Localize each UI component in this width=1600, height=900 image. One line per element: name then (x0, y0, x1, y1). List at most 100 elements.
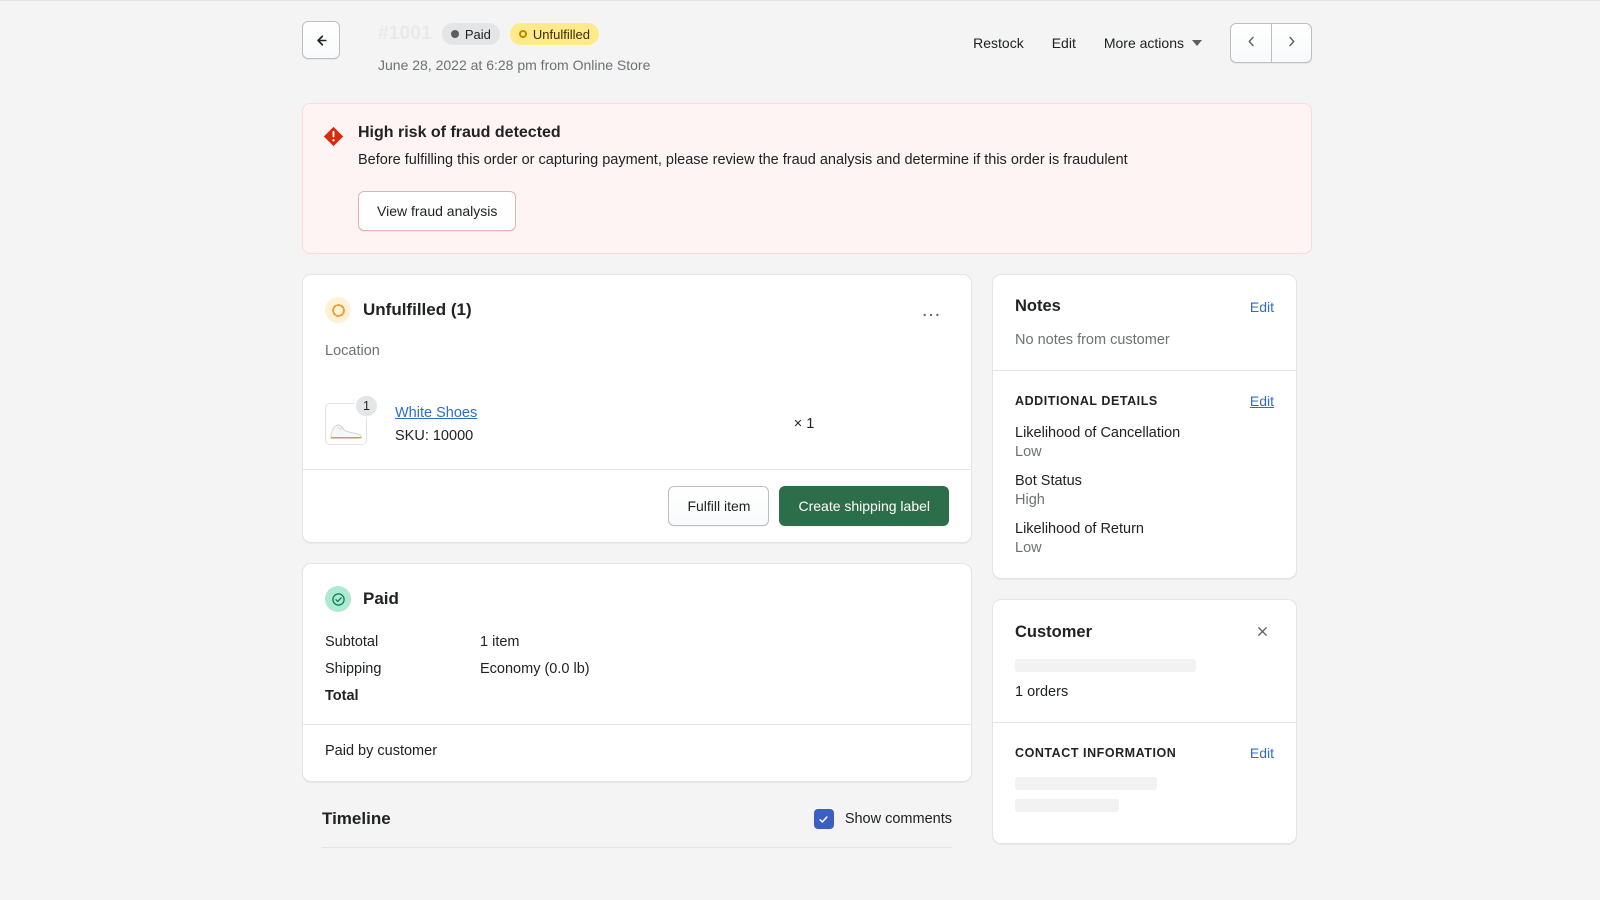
chevron-down-icon (1192, 40, 1202, 46)
paid-by-label: Paid by customer (325, 743, 438, 760)
status-badge-unfulfilled-label: Unfulfilled (532, 26, 590, 42)
paid-check-icon (325, 586, 351, 613)
fulfillment-card-title: Unfulfilled (1) (363, 300, 472, 320)
edit-additional-details-link[interactable]: Edit (1250, 393, 1274, 409)
fraud-banner-text: Before fulfilling this order or capturin… (358, 152, 1128, 168)
notes-empty-text: No notes from customer (1015, 332, 1170, 349)
summary-label: Shipping (325, 661, 382, 678)
summary-amount (839, 661, 949, 677)
show-comments-label: Show comments (844, 811, 952, 828)
previous-order-button[interactable] (1231, 24, 1271, 62)
customer-title: Customer (1015, 623, 1093, 642)
customer-email (1015, 777, 1158, 791)
summary-row-shipping: Shipping Economy (0.0 lb) (325, 661, 949, 677)
fulfill-item-button[interactable]: Fulfill item (668, 486, 770, 527)
detail-item: Likelihood of Cancellation Low (1015, 425, 1274, 460)
detail-value: High (1015, 492, 1045, 509)
contact-information-title: Contact information (1015, 746, 1177, 761)
summary-label: Total (325, 688, 359, 705)
edit-contact-information-link[interactable]: Edit (1250, 745, 1274, 761)
customer-section: Customer 1 orders (993, 600, 1296, 722)
order-title-row: #1001 Paid Unfulfilled (378, 21, 959, 47)
status-badge-paid: Paid (441, 23, 500, 45)
fulfillment-more-menu-button[interactable]: … (915, 300, 949, 320)
view-fraud-analysis-button[interactable]: View fraud analysis (358, 191, 517, 232)
secondary-column: Notes Edit No notes from customer Additi… (992, 274, 1297, 864)
timeline-divider (322, 847, 952, 849)
line-item-thumbnail-wrapper: 1 (325, 394, 379, 446)
notes-title: Notes (1015, 297, 1061, 316)
customer-name (1015, 659, 1197, 673)
summary-row-total: Total (325, 688, 949, 704)
fraud-banner-title: High risk of fraud detected (358, 124, 561, 141)
detail-label: Likelihood of Cancellation (1015, 425, 1181, 442)
detail-value: Low (1015, 540, 1042, 557)
create-shipping-label-button[interactable]: Create shipping label (779, 486, 949, 527)
additional-details-title: Additional details (1015, 394, 1158, 409)
status-badge-unfulfilled: Unfulfilled (509, 23, 599, 45)
fulfillment-card: Unfulfilled (1) … Location 1 White Shoes… (302, 274, 972, 544)
summary-label: Subtotal (325, 634, 379, 651)
header-actions: Restock Edit More actions (959, 21, 1312, 63)
chevron-right-icon (1284, 34, 1299, 52)
edit-button[interactable]: Edit (1038, 26, 1090, 60)
order-details-page: #1001 Paid Unfulfilled June 28, 2022 at … (0, 1, 1600, 900)
edit-notes-link[interactable]: Edit (1250, 299, 1274, 315)
location-label: Location (325, 343, 380, 360)
contact-information-section: Contact information Edit (993, 722, 1296, 843)
back-button[interactable] (302, 21, 340, 59)
show-comments-checkbox[interactable] (813, 809, 834, 830)
detail-value: Low (1015, 444, 1042, 461)
additional-details-header: Additional details Edit (1015, 393, 1274, 409)
paid-by-spacer (480, 743, 839, 759)
order-header: #1001 Paid Unfulfilled June 28, 2022 at … (302, 1, 1312, 73)
order-meta: June 28, 2022 at 6:28 pm from Online Sto… (378, 57, 651, 73)
restock-button[interactable]: Restock (959, 26, 1038, 60)
payment-card-header: Paid (303, 564, 971, 613)
chevron-left-icon (1244, 34, 1259, 52)
customer-phone (1015, 799, 1119, 813)
timeline-section: Timeline Show comments (302, 809, 972, 849)
primary-column: Unfulfilled (1) … Location 1 White Shoes… (302, 274, 972, 849)
status-badge-paid-label: Paid (464, 26, 491, 42)
line-item-product-link[interactable]: White Shoes (395, 405, 477, 421)
timeline-title: Timeline (322, 809, 391, 829)
notes-header: Notes Edit (1015, 297, 1274, 316)
paid-by-customer-row: Paid by customer (303, 724, 971, 781)
fraud-banner-content: High risk of fraud detected Before fulfi… (358, 124, 1128, 232)
order-title-block: #1001 Paid Unfulfilled June 28, 2022 at … (378, 21, 959, 73)
main-columns: Unfulfilled (1) … Location 1 White Shoes… (302, 274, 1312, 864)
notes-card: Notes Edit No notes from customer Additi… (992, 274, 1297, 580)
line-item-info: White Shoes SKU: 10000 (395, 404, 679, 444)
order-number: #1001 (378, 23, 432, 44)
payment-card: Paid Subtotal 1 item Shipping Economy (0… (302, 563, 972, 783)
fulfillment-pending-icon (325, 297, 351, 324)
customer-header: Customer (1015, 622, 1274, 643)
contact-information-header: Contact information Edit (1015, 745, 1274, 761)
more-actions-button[interactable]: More actions (1090, 26, 1216, 60)
additional-details-section: Additional details Edit Likelihood of Ca… (993, 370, 1296, 578)
summary-row-subtotal: Subtotal 1 item (325, 634, 949, 650)
pagination (1230, 23, 1312, 63)
line-item-total (839, 416, 949, 432)
show-comments-toggle[interactable]: Show comments (813, 809, 952, 830)
detail-item: Likelihood of Return Low (1015, 521, 1274, 556)
line-item-quantity-badge: 1 (354, 394, 379, 419)
status-dot-hollow-icon (518, 30, 527, 38)
next-order-button[interactable] (1271, 24, 1311, 62)
notes-section: Notes Edit No notes from customer (993, 275, 1296, 370)
line-item-sku: SKU: 10000 (395, 428, 474, 445)
summary-amount (839, 688, 949, 704)
detail-item: Bot Status High (1015, 473, 1274, 508)
summary-detail: 1 item (480, 634, 520, 651)
detail-label: Bot Status (1015, 473, 1082, 490)
customer-order-count: 1 orders (1015, 684, 1069, 701)
status-dot-filled-icon (450, 30, 459, 38)
more-actions-label: More actions (1103, 35, 1184, 51)
line-item-quantity: × 1 (793, 416, 815, 433)
detail-label: Likelihood of Return (1015, 521, 1144, 538)
payment-card-title: Paid (363, 589, 399, 609)
fulfillment-card-footer: Fulfill item Create shipping label (303, 469, 971, 542)
close-icon[interactable] (1251, 622, 1274, 643)
summary-amount (839, 634, 949, 650)
